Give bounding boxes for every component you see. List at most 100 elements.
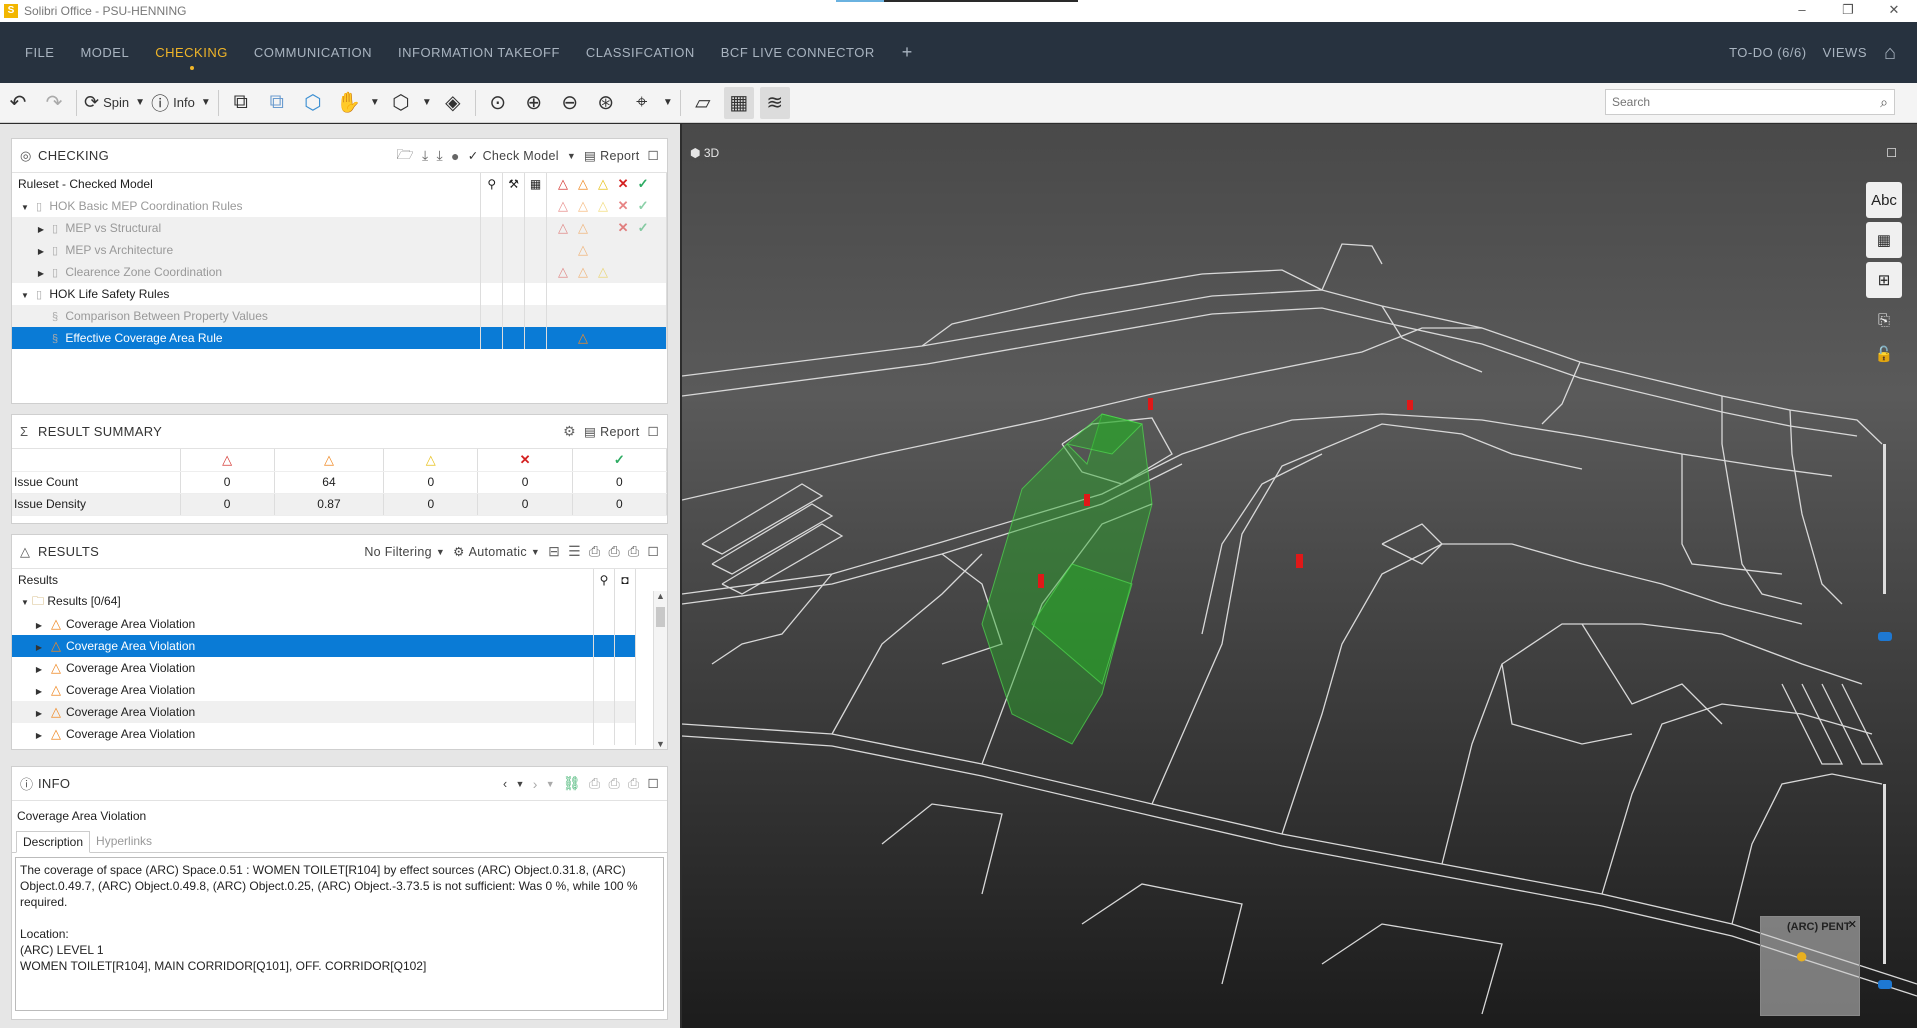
home-settings-icon[interactable]: ⌂ [1875, 38, 1905, 68]
collapse-arrow-icon[interactable]: ▼ [18, 598, 32, 607]
zoom-selection-icon[interactable]: ⊛ [591, 87, 621, 119]
check-model-button[interactable]: ✓ Check Model [468, 148, 559, 164]
copy-icon[interactable]: ⎙ [608, 775, 620, 792]
measure-icon[interactable]: ⌖ [627, 87, 657, 119]
select-boxes-icon[interactable]: ⧉ [226, 87, 256, 119]
table-column-icon[interactable]: ▦ [524, 173, 548, 195]
info-button[interactable]: ⓘ Info [151, 87, 195, 119]
todo-button[interactable]: TO-DO (6/6) [1721, 45, 1815, 60]
mode-select[interactable]: ⚙ Automatic ▼ [453, 544, 540, 560]
result-row[interactable]: ▶ △ Coverage Area Violation [12, 657, 636, 679]
depth-slider-track[interactable] [1883, 784, 1886, 964]
close-icon[interactable]: ✕ [1848, 918, 1857, 931]
ruleset-row[interactable]: ▼ ▯ HOK Life Safety Rules [12, 283, 667, 305]
tree-view-icon[interactable]: ⊟ [548, 543, 560, 560]
menu-file[interactable]: FILE [12, 45, 67, 60]
history-dropdown-icon[interactable]: ▼ [516, 779, 525, 789]
save-icon[interactable]: ⤓ [437, 147, 444, 164]
menu-checking[interactable]: CHECKING [142, 45, 241, 70]
map-icon[interactable]: ▦ [723, 86, 754, 119]
tool-column-icon[interactable]: ⚒ [502, 173, 526, 195]
maximize-view-icon[interactable]: ☐ [1886, 146, 1897, 160]
abc-text-button[interactable]: Abc [1866, 182, 1902, 218]
expand-arrow-icon[interactable]: ▶ [34, 269, 48, 278]
expand-arrow-icon[interactable]: ▶ [32, 687, 46, 696]
download-icon[interactable]: ⤓ [422, 147, 429, 164]
expand-arrow-icon[interactable]: ▶ [32, 731, 46, 740]
search-input[interactable] [1612, 95, 1881, 109]
maximize-panel-icon[interactable]: ☐ [647, 544, 659, 559]
expand-arrow-icon[interactable]: ▶ [32, 643, 46, 652]
expand-arrow-icon[interactable]: ▶ [32, 621, 46, 630]
result-row[interactable]: ▶ △ Coverage Area Violation [12, 613, 636, 635]
result-row[interactable]: ▶ △ Coverage Area Violation [12, 635, 636, 657]
measure-dropdown-icon[interactable]: ▼ [662, 87, 674, 119]
expand-arrow-icon[interactable]: ▶ [32, 665, 46, 674]
report-button[interactable]: ▤ Report [584, 148, 639, 164]
ruleset-row[interactable]: ▶ ▯ MEP vs Architecture △ [12, 239, 667, 261]
attachment-column-icon[interactable]: ⚲ [480, 173, 504, 195]
menu-information-takeoff[interactable]: INFORMATION TAKEOFF [385, 45, 573, 60]
pan-dropdown-icon[interactable]: ▼ [369, 87, 381, 119]
menu-bcf-live-connector[interactable]: BCF LIVE CONNECTOR [708, 45, 888, 60]
maximize-panel-icon[interactable]: ☐ [647, 776, 659, 791]
add-layout-button[interactable]: + [888, 42, 927, 63]
view-cube-dropdown-icon[interactable]: ▼ [421, 87, 433, 119]
ruleset-row[interactable]: ▶ ▯ Clearence Zone Coordination △ △ △ [12, 261, 667, 283]
list-view-icon[interactable]: ☰ [568, 543, 581, 560]
depth-slider-knob[interactable] [1878, 980, 1892, 989]
expand-arrow-icon[interactable]: ▶ [34, 247, 48, 256]
info-dropdown-icon[interactable]: ▼ [200, 87, 212, 119]
print-icon[interactable]: ⎙ [589, 543, 601, 560]
next-dropdown-icon[interactable]: ▼ [546, 779, 555, 789]
maximize-button[interactable]: ❐ [1825, 0, 1871, 22]
3d-view[interactable]: ⬢ 3D ☐ Abc ▦ ⊞ ⎘ 🔓 (ARC) PENT ✕ ● [682, 124, 1917, 1028]
zoom-slider-knob[interactable] [1878, 632, 1892, 641]
hand-pan-icon[interactable]: ✋ [334, 87, 364, 119]
view-cube-icon[interactable]: ⬡ [386, 87, 416, 119]
filter-select[interactable]: No Filtering ▼ [364, 545, 445, 559]
close-button[interactable]: ✕ [1871, 0, 1917, 22]
expand-arrow-icon[interactable]: ▼ [18, 291, 32, 300]
minimize-button[interactable]: – [1779, 0, 1825, 22]
menu-model[interactable]: MODEL [67, 45, 142, 60]
print-icon[interactable]: ⎙ [589, 775, 601, 792]
search-icon[interactable]: ⌕ [1880, 94, 1888, 111]
export-icon[interactable]: ⎙ [628, 543, 640, 560]
summary-settings-icon[interactable]: ⚙ [563, 423, 576, 440]
summary-report-button[interactable]: ▤ Report [584, 424, 639, 440]
open-folder-icon[interactable]: 🗁 [396, 144, 414, 168]
spin-button[interactable]: ⟳ Spin [84, 87, 129, 119]
expand-arrow-icon[interactable]: ▼ [18, 203, 32, 212]
tab-description[interactable]: Description [16, 831, 91, 853]
pdf-icon[interactable]: ⎘ [1866, 302, 1902, 338]
grid-icon[interactable]: ▦ [1866, 222, 1902, 258]
zoom-fit-icon[interactable]: ⊙ [483, 87, 513, 119]
result-row[interactable]: ▶ △ Coverage Area Violation [12, 679, 636, 701]
isolate-box-icon[interactable]: ⬡ [298, 87, 328, 119]
ruleset-row[interactable]: § Comparison Between Property Values [12, 305, 667, 327]
ruleset-row[interactable]: § Effective Coverage Area Rule △ [12, 327, 667, 349]
link-icon[interactable]: ⛓ [563, 775, 581, 792]
tab-hyperlinks[interactable]: Hyperlinks [90, 831, 158, 852]
zoom-out-icon[interactable]: ⊖ [555, 87, 585, 119]
scroll-down-icon[interactable]: ▼ [654, 739, 667, 749]
redo-icon[interactable]: ↷ [39, 87, 69, 119]
results-group-row[interactable]: ▼ 🗀 Results [0/64] [12, 591, 636, 613]
search-box[interactable]: ⌕ [1605, 89, 1895, 115]
zoom-in-icon[interactable]: ⊕ [519, 87, 549, 119]
previous-arrow-icon[interactable]: ‹ [503, 777, 507, 791]
expand-arrow-icon[interactable]: ▶ [32, 709, 46, 718]
navigation-cube[interactable]: (ARC) PENT ✕ ● [1760, 916, 1860, 1016]
spin-dropdown-icon[interactable]: ▼ [134, 87, 146, 119]
lock-icon[interactable]: ⎙ [608, 543, 620, 560]
undo-icon[interactable]: ↶ [3, 87, 33, 119]
export-icon[interactable]: ⎙ [628, 775, 640, 792]
attachment-icon[interactable]: ⚲ [593, 569, 615, 591]
section-box-icon[interactable]: ◈ [438, 87, 468, 119]
expand-arrow-icon[interactable]: ▶ [34, 225, 48, 234]
hide-boxes-icon[interactable]: ⧉ [262, 87, 292, 119]
camera-icon[interactable]: ◘ [614, 569, 636, 591]
zoom-slider-track[interactable] [1883, 444, 1886, 594]
views-button[interactable]: VIEWS [1815, 45, 1875, 60]
